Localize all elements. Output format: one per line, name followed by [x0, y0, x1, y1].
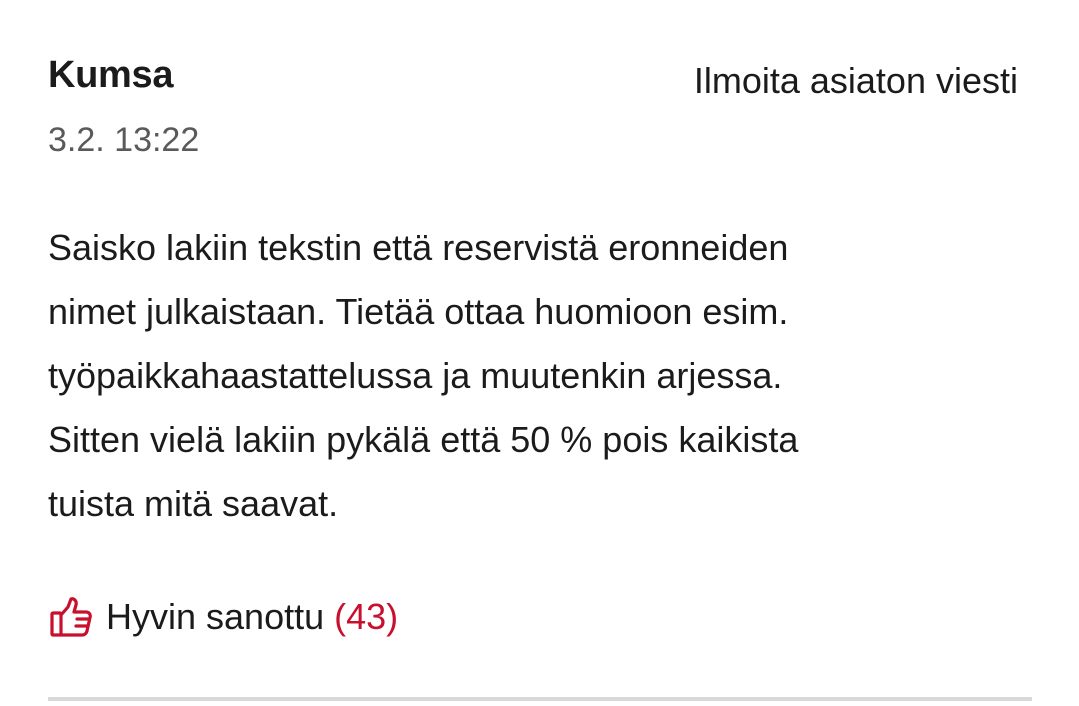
comment-body-line: työpaikkahaastattelussa ja muutenkin arj…	[48, 355, 783, 396]
comment-body: Saisko lakiin tekstin että reservistä er…	[48, 216, 1008, 536]
comment-timestamp: 3.2. 13:22	[48, 121, 200, 159]
comment-author[interactable]: Kumsa	[48, 52, 174, 98]
comment-divider	[48, 697, 1032, 701]
thumbs-up-icon	[48, 594, 94, 640]
comment-card: Kumsa Ilmoita asiaton viesti 3.2. 13:22 …	[48, 0, 1032, 706]
report-inappropriate-link[interactable]: Ilmoita asiaton viesti	[694, 58, 1018, 104]
comment-body-line: tuista mitä saavat.	[48, 483, 339, 524]
comment-body-line: Saisko lakiin tekstin että reservistä er…	[48, 227, 789, 268]
like-count: (43)	[334, 596, 399, 637]
comment-body-line: nimet julkaistaan. Tietää ottaa huomioon…	[48, 291, 789, 332]
like-button[interactable]: Hyvin sanottu (43)	[48, 592, 398, 642]
comment-body-line: Sitten vielä lakiin pykälä että 50 % poi…	[48, 419, 799, 460]
like-label: Hyvin sanottu	[106, 596, 325, 637]
